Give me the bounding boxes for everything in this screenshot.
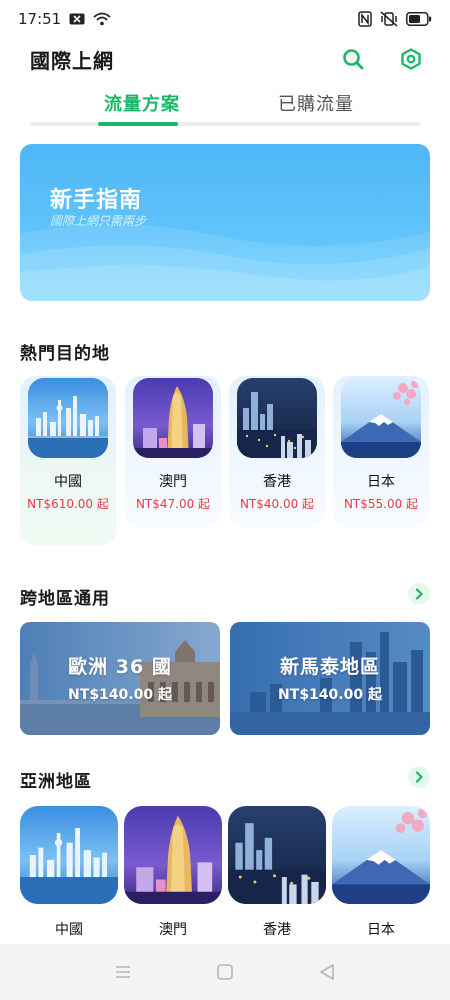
destination-name: 香港 — [263, 474, 291, 490]
destination-name: 中國 — [54, 474, 82, 490]
nfc-icon — [358, 11, 372, 27]
destination-price: NT$610.00 起 — [27, 497, 109, 511]
search-button[interactable] — [340, 46, 366, 72]
page-title: 國際上網 — [30, 48, 114, 73]
status-time: 17:51 — [18, 10, 62, 28]
asia-card-macau[interactable] — [124, 806, 222, 904]
guide-subtitle: 國際上網只需兩步 — [50, 214, 147, 228]
mount-fuji-photo — [341, 378, 421, 458]
home-square-icon — [217, 964, 233, 980]
destination-name: 澳門 — [159, 474, 187, 490]
hot-card-china[interactable]: 中國 NT$610.00 起 — [20, 376, 116, 546]
vibrate-mute-icon — [380, 11, 398, 27]
asia-card-hong-kong[interactable] — [228, 806, 326, 904]
status-bar: 17:51 — [0, 0, 450, 38]
menu-icon — [116, 966, 130, 978]
harbour-night-photo — [228, 806, 326, 904]
skyline-photo — [28, 378, 108, 458]
casino-photo — [133, 378, 213, 458]
destination-price: NT$47.00 起 — [135, 497, 211, 511]
app-header: 國際上網 — [0, 38, 450, 80]
hot-card-macau[interactable]: 澳門 NT$47.00 起 — [125, 376, 221, 528]
notification-icon — [69, 13, 85, 25]
asia-destination-name: 香港 — [263, 922, 291, 938]
settings-button[interactable] — [398, 46, 424, 72]
tab-active-indicator — [98, 122, 178, 126]
section-title-asia: 亞洲地區 — [20, 772, 92, 792]
tab-track — [30, 122, 420, 126]
hot-card-japan[interactable]: 日本 NT$55.00 起 — [333, 376, 429, 528]
asia-destination-name: 澳門 — [159, 922, 187, 938]
guide-title: 新手指南 — [50, 188, 143, 213]
harbour-night-photo — [237, 378, 317, 458]
chevron-right-icon — [415, 771, 423, 783]
region-price: NT$140.00 起 — [68, 687, 172, 703]
region-title: 歐洲 36 國 — [68, 656, 172, 678]
cross-region-more-button[interactable] — [408, 583, 430, 605]
asia-destination-name: 日本 — [367, 922, 395, 938]
back-button[interactable] — [316, 961, 338, 983]
asia-more-button[interactable] — [408, 766, 430, 788]
tab-bar: 流量方案 已購流量 — [30, 82, 420, 128]
tab-data-plans[interactable]: 流量方案 — [104, 90, 180, 116]
asia-destination-name: 中國 — [55, 922, 83, 938]
asia-card-japan[interactable] — [332, 806, 430, 904]
region-price: NT$140.00 起 — [278, 687, 382, 703]
tab-purchased-data[interactable]: 已購流量 — [278, 90, 354, 116]
gear-icon — [401, 48, 421, 70]
region-card-europe[interactable]: 歐洲 36 國 NT$140.00 起 — [20, 622, 220, 735]
chevron-right-icon — [415, 588, 423, 600]
home-button[interactable] — [214, 961, 236, 983]
section-title-hot: 熱門目的地 — [20, 344, 110, 364]
casino-photo — [124, 806, 222, 904]
region-card-singapore-malaysia-thailand[interactable]: 新馬泰地區 NT$140.00 起 — [230, 622, 430, 735]
battery-icon — [406, 12, 432, 26]
skyline-photo — [20, 806, 118, 904]
back-triangle-icon — [320, 964, 334, 980]
system-nav-bar — [0, 944, 450, 1000]
hot-card-hong-kong[interactable]: 香港 NT$40.00 起 — [229, 376, 325, 528]
beginner-guide-banner[interactable]: 新手指南 國際上網只需兩步 — [20, 144, 430, 301]
mount-fuji-photo — [332, 806, 430, 904]
recent-apps-button[interactable] — [112, 961, 134, 983]
section-title-cross-region: 跨地區通用 — [20, 589, 110, 609]
asia-card-china[interactable] — [20, 806, 118, 904]
destination-price: NT$40.00 起 — [239, 497, 315, 511]
region-title: 新馬泰地區 — [279, 656, 380, 678]
search-icon — [343, 49, 364, 70]
destination-name: 日本 — [367, 474, 395, 490]
destination-price: NT$55.00 起 — [343, 497, 419, 511]
wifi-icon — [93, 12, 111, 26]
